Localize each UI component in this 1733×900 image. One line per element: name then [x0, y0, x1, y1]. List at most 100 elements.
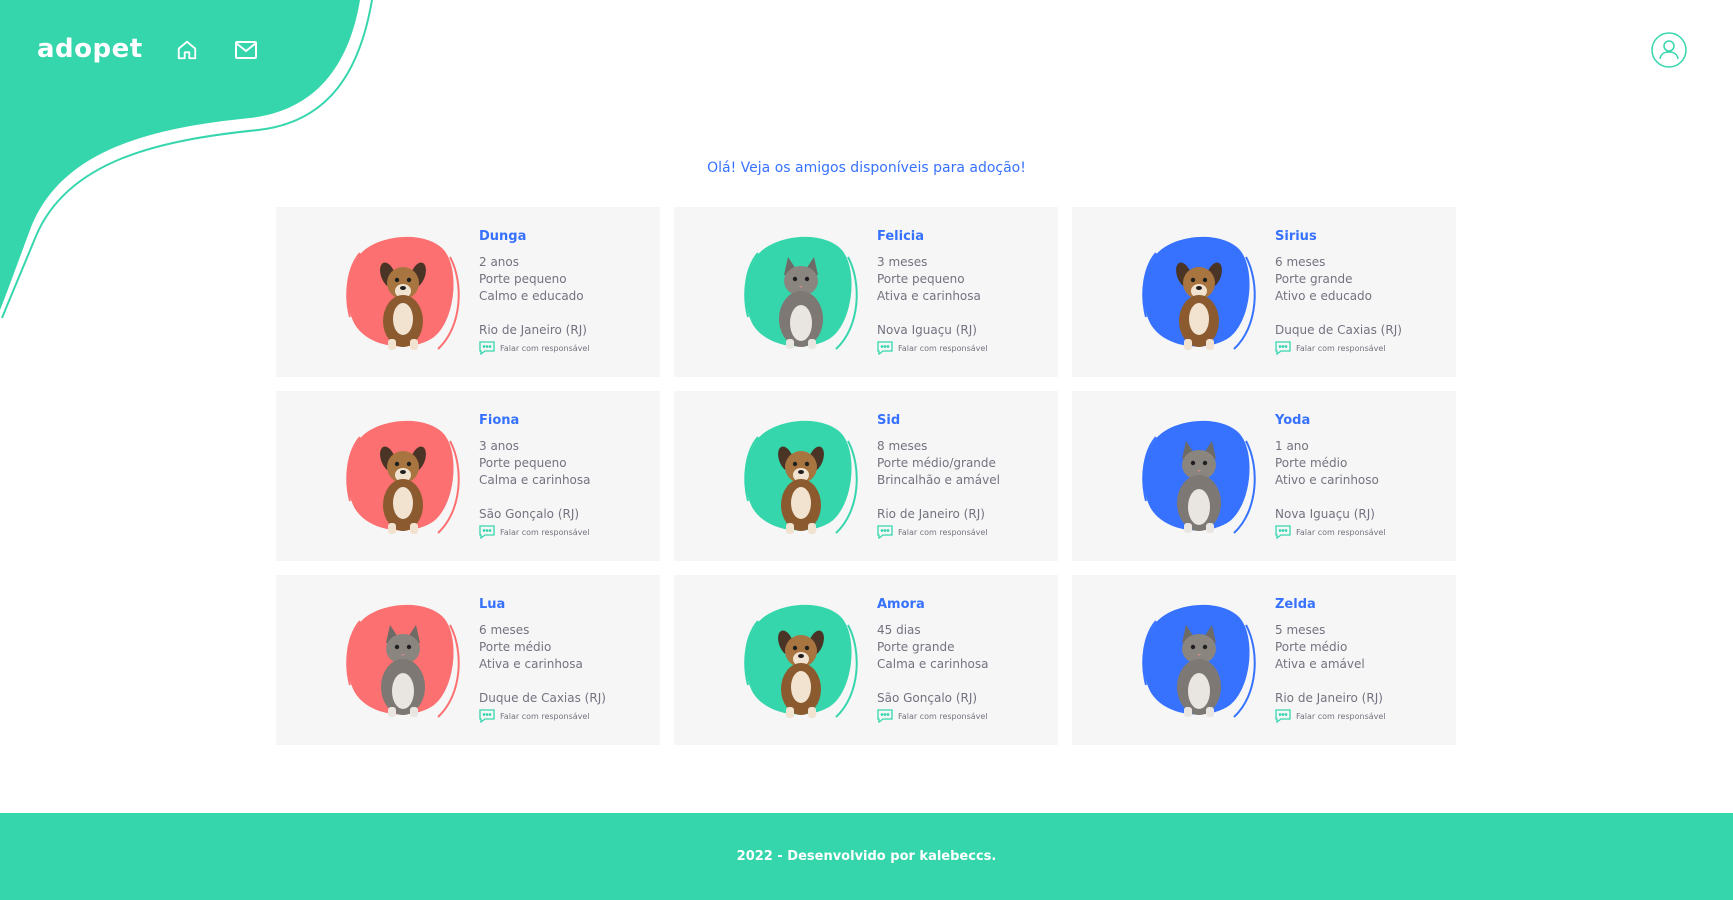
pet-age: 5 meses: [1275, 623, 1326, 637]
chat-icon: [877, 341, 893, 355]
pet-age: 6 meses: [479, 623, 530, 637]
contact-owner-link[interactable]: Falar com responsável: [479, 525, 654, 539]
pet-city: Duque de Caxias (RJ): [1275, 323, 1402, 337]
pet-temperament: Brincalhão e amável: [877, 473, 1000, 487]
pet-size: Porte médio: [1275, 456, 1348, 470]
contact-owner-label: Falar com responsável: [1296, 711, 1386, 721]
pet-name: Dunga: [479, 229, 527, 244]
contact-owner-label: Falar com responsável: [500, 527, 590, 537]
chat-icon: [479, 709, 495, 723]
pet-name: Sid: [877, 413, 901, 428]
pet-age: 1 ano: [1275, 439, 1309, 453]
contact-owner-link[interactable]: Falar com responsável: [1275, 525, 1450, 539]
chat-icon: [877, 525, 893, 539]
pet-photo: [1142, 236, 1256, 350]
pet-size: Porte pequeno: [877, 272, 965, 286]
pet-card[interactable]: Felicia 3 meses Porte pequeno Ativa e carin…: [674, 207, 1058, 377]
pet-age: 3 anos: [479, 439, 520, 453]
pet-photo: [346, 420, 460, 534]
pet-temperament: Ativa e carinhosa: [877, 289, 981, 303]
adopet-logo[interactable]: adopet: [37, 34, 143, 64]
pet-name: Lua: [479, 597, 506, 612]
pet-card[interactable]: Zelda 5 meses Porte médio Ativa e amável Rio…: [1072, 575, 1456, 745]
footer-credit: 2022 - Desenvolvido por kalebeccs.: [736, 849, 997, 864]
home-icon: [177, 40, 197, 60]
user-icon: [1651, 32, 1687, 68]
pet-photo: [346, 604, 460, 718]
pet-city: Duque de Caxias (RJ): [479, 691, 606, 705]
pet-city: São Gonçalo (RJ): [877, 691, 978, 705]
pet-info: Amora 45 dias Porte grande Calma e carinhos…: [877, 597, 1052, 723]
top-header: adopet: [0, 0, 1733, 100]
pet-card[interactable]: Sid 8 meses Porte médio/grande Brincalhão e…: [674, 391, 1058, 561]
pet-age: 45 dias: [877, 623, 921, 637]
contact-owner-link[interactable]: Falar com responsável: [479, 709, 654, 723]
pet-size: Porte grande: [1275, 272, 1353, 286]
contact-owner-label: Falar com responsável: [898, 343, 988, 353]
pet-city: Nova Iguaçu (RJ): [1275, 507, 1375, 521]
pet-size: Porte médio: [1275, 640, 1348, 654]
pet-city: Rio de Janeiro (RJ): [1275, 691, 1383, 705]
pet-photo: [1142, 420, 1256, 534]
contact-owner-link[interactable]: Falar com responsável: [877, 341, 1052, 355]
contact-owner-label: Falar com responsável: [500, 343, 590, 353]
pets-grid: Dunga 2 anos Porte pequeno Calmo e educado R…: [276, 207, 1456, 745]
mail-icon: [235, 41, 257, 59]
page-greeting: Olá! Veja os amigos disponíveis para ado…: [707, 160, 1026, 176]
pet-temperament: Ativo e educado: [1275, 289, 1373, 303]
nav-messages-button[interactable]: [234, 38, 258, 62]
pet-info: Felicia 3 meses Porte pequeno Ativa e carin…: [877, 229, 1052, 355]
pet-card[interactable]: Lua 6 meses Porte médio Ativa e carinhosa Du…: [276, 575, 660, 745]
pet-temperament: Calma e carinhosa: [877, 657, 989, 671]
contact-owner-link[interactable]: Falar com responsável: [1275, 709, 1450, 723]
pet-name: Amora: [877, 597, 925, 612]
pet-city: São Gonçalo (RJ): [479, 507, 580, 521]
pet-info: Sirius 6 meses Porte grande Ativo e educado…: [1275, 229, 1450, 355]
pet-temperament: Calmo e educado: [479, 289, 584, 303]
pet-age: 8 meses: [877, 439, 928, 453]
pet-info: Dunga 2 anos Porte pequeno Calmo e educado R…: [479, 229, 654, 355]
pet-city: Rio de Janeiro (RJ): [877, 507, 985, 521]
contact-owner-label: Falar com responsável: [1296, 343, 1386, 353]
pet-temperament: Ativa e carinhosa: [479, 657, 583, 671]
nav-home-button[interactable]: [175, 38, 199, 62]
pet-name: Sirius: [1275, 229, 1317, 244]
chat-icon: [1275, 525, 1291, 539]
pet-size: Porte médio: [479, 640, 552, 654]
contact-owner-link[interactable]: Falar com responsável: [877, 525, 1052, 539]
pet-name: Zelda: [1275, 597, 1316, 612]
pet-card[interactable]: Yoda 1 ano Porte médio Ativo e carinhoso Nov…: [1072, 391, 1456, 561]
pet-age: 3 meses: [877, 255, 928, 269]
contact-owner-label: Falar com responsável: [898, 527, 988, 537]
user-profile-button[interactable]: [1651, 32, 1687, 68]
pet-size: Porte pequeno: [479, 456, 567, 470]
pet-card[interactable]: Amora 45 dias Porte grande Calma e carinhos…: [674, 575, 1058, 745]
pet-city: Nova Iguaçu (RJ): [877, 323, 977, 337]
pet-size: Porte grande: [877, 640, 955, 654]
pet-card[interactable]: Fiona 3 anos Porte pequeno Calma e carinhos…: [276, 391, 660, 561]
contact-owner-link[interactable]: Falar com responsável: [1275, 341, 1450, 355]
chat-icon: [479, 341, 495, 355]
contact-owner-link[interactable]: Falar com responsável: [877, 709, 1052, 723]
pet-age: 6 meses: [1275, 255, 1326, 269]
pet-photo: [346, 236, 460, 350]
contact-owner-label: Falar com responsável: [500, 711, 590, 721]
chat-icon: [479, 525, 495, 539]
pet-photo: [744, 236, 858, 350]
contact-owner-label: Falar com responsável: [898, 711, 988, 721]
pet-age: 2 anos: [479, 255, 520, 269]
contact-owner-link[interactable]: Falar com responsável: [479, 341, 654, 355]
pet-temperament: Ativo e carinhoso: [1275, 473, 1379, 487]
contact-owner-label: Falar com responsável: [1296, 527, 1386, 537]
pet-info: Lua 6 meses Porte médio Ativa e carinhosa Du…: [479, 597, 654, 723]
pet-size: Porte médio/grande: [877, 456, 996, 470]
pet-info: Sid 8 meses Porte médio/grande Brincalhão e…: [877, 413, 1052, 539]
pet-city: Rio de Janeiro (RJ): [479, 323, 587, 337]
pet-info: Fiona 3 anos Porte pequeno Calma e carinhos…: [479, 413, 654, 539]
pet-card[interactable]: Sirius 6 meses Porte grande Ativo e educado…: [1072, 207, 1456, 377]
pet-card[interactable]: Dunga 2 anos Porte pequeno Calmo e educado R…: [276, 207, 660, 377]
pet-info: Yoda 1 ano Porte médio Ativo e carinhoso Nov…: [1275, 413, 1450, 539]
pet-temperament: Ativa e amável: [1275, 657, 1365, 671]
pet-photo: [744, 420, 858, 534]
pet-photo: [1142, 604, 1256, 718]
